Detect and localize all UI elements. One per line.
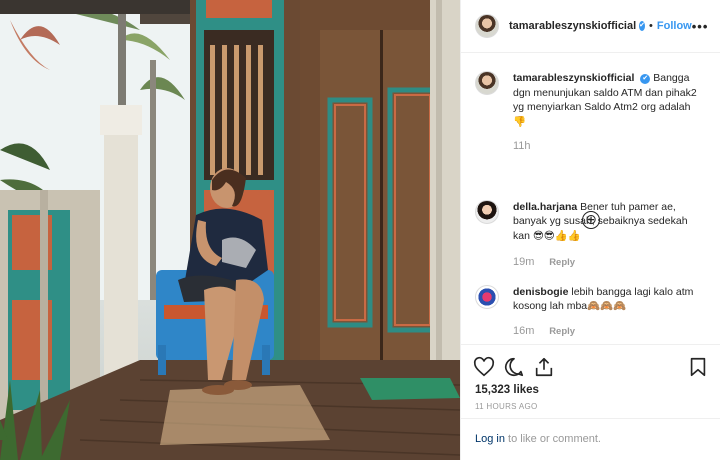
author-username[interactable]: tamarableszynskiofficial bbox=[509, 20, 636, 32]
login-prompt-text: to like or comment. bbox=[504, 433, 601, 445]
follow-button[interactable]: Follow bbox=[657, 20, 692, 32]
verified-badge-icon: ✔ bbox=[640, 74, 651, 84]
porch-photo bbox=[0, 0, 460, 460]
action-icons bbox=[461, 345, 720, 379]
caption-username[interactable]: tamarableszynskiofficial bbox=[513, 72, 634, 84]
post-image[interactable] bbox=[0, 0, 460, 460]
plus-circle-icon[interactable]: ⊕ bbox=[582, 211, 600, 229]
login-link[interactable]: Log in bbox=[475, 433, 505, 445]
caption-time[interactable]: 11h bbox=[513, 140, 531, 152]
verified-badge-icon: ✔ bbox=[639, 21, 646, 31]
avatar[interactable] bbox=[475, 284, 499, 309]
comment-username[interactable]: denisbogie bbox=[513, 286, 568, 298]
comment-icon[interactable] bbox=[503, 356, 525, 378]
likes-count[interactable]: 15,323 likes bbox=[461, 379, 720, 396]
comment-time[interactable]: 19m bbox=[513, 256, 534, 268]
heart-icon[interactable] bbox=[473, 356, 495, 378]
comments-list[interactable]: tamarableszynskiofficial ✔ Bangga dgn me… bbox=[461, 53, 720, 343]
avatar[interactable] bbox=[475, 14, 499, 38]
login-prompt: Log in to like or comment. bbox=[461, 418, 720, 445]
comment-time[interactable]: 16m bbox=[513, 325, 534, 337]
comment-username[interactable]: della.harjana bbox=[513, 201, 577, 213]
list-item: denisbogie lebih bangga lagi kalo atm ko… bbox=[475, 284, 706, 340]
share-icon[interactable] bbox=[533, 356, 555, 378]
post-actions: 15,323 likes 11 HOURS AGO Log in to like… bbox=[461, 344, 720, 459]
post-sidebar: tamarableszynskiofficial ✔ • Follow ••• … bbox=[460, 0, 720, 460]
bookmark-icon[interactable] bbox=[687, 356, 709, 378]
caption: tamarableszynskiofficial ✔ Bangga dgn me… bbox=[475, 71, 706, 155]
post-header: tamarableszynskiofficial ✔ • Follow ••• bbox=[461, 0, 720, 53]
avatar[interactable] bbox=[475, 71, 499, 95]
reply-button[interactable]: Reply bbox=[549, 257, 575, 268]
separator-dot: • bbox=[649, 20, 653, 32]
more-options-icon[interactable]: ••• bbox=[692, 19, 709, 34]
reply-button[interactable]: Reply bbox=[549, 326, 575, 337]
post-timestamp[interactable]: 11 HOURS AGO bbox=[461, 396, 720, 411]
avatar[interactable] bbox=[475, 199, 499, 224]
